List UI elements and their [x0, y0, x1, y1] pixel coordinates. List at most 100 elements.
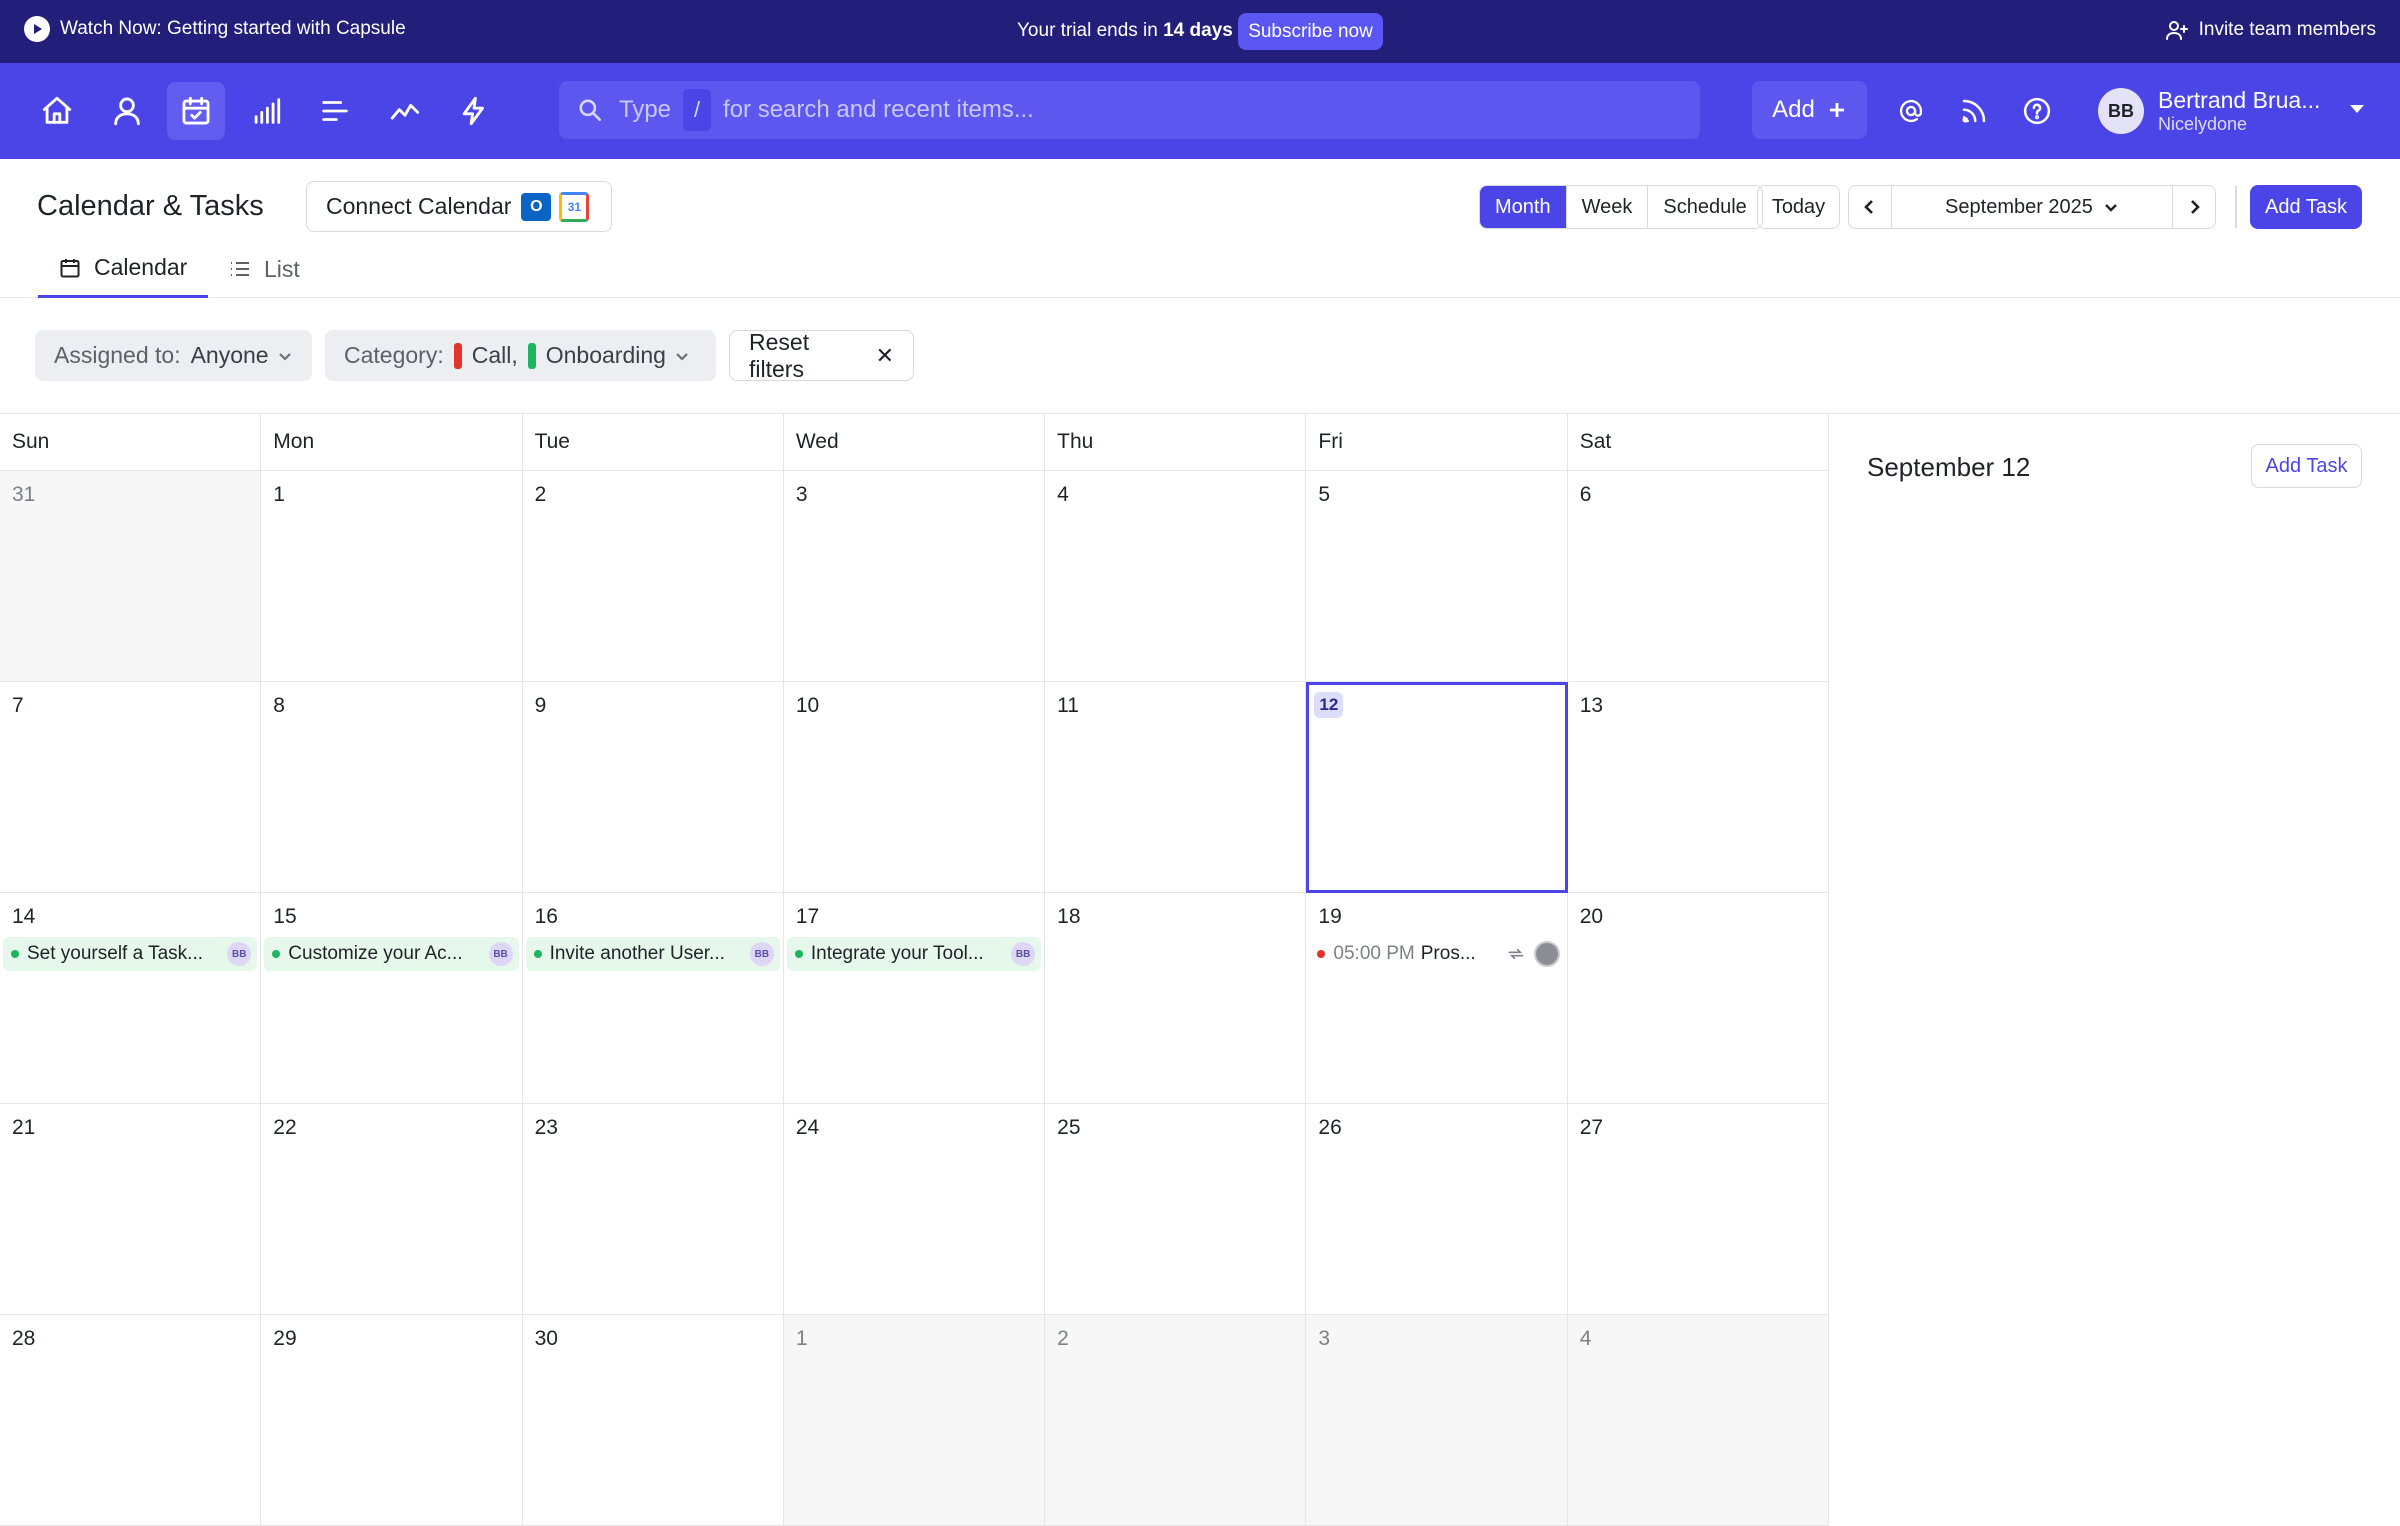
day-cell[interactable]: 8 — [261, 682, 523, 893]
day-cell[interactable]: 5 — [1306, 471, 1568, 682]
month-picker[interactable]: September 2025 — [1891, 186, 2173, 228]
day-cell[interactable]: 9 — [522, 682, 784, 893]
nav-pipeline[interactable] — [306, 82, 364, 140]
day-cell[interactable]: 30 — [522, 1315, 784, 1526]
day-cell[interactable]: 11 — [1045, 682, 1307, 893]
nav-activity[interactable] — [376, 82, 434, 140]
invite-team-button[interactable]: Invite team members — [2165, 18, 2376, 42]
call-event[interactable]: 05:00 PM Pros... — [1309, 937, 1563, 971]
day-cell[interactable]: 13 — [1567, 682, 1829, 893]
calendar-check-icon — [182, 96, 210, 125]
assigned-filter[interactable]: Assigned to: Anyone — [35, 330, 312, 381]
search-input[interactable]: Type / for search and recent items... — [559, 81, 1700, 139]
day-cell[interactable]: 2 — [1045, 1315, 1307, 1526]
assigned-filter-label: Assigned to: — [54, 342, 181, 368]
view-week-button[interactable]: Week — [1566, 186, 1649, 228]
tab-list[interactable]: List — [228, 240, 300, 298]
day-number: 13 — [1579, 694, 1604, 717]
nav-workflows[interactable] — [445, 82, 503, 140]
day-cell[interactable]: 20 — [1567, 893, 1829, 1104]
day-cell[interactable]: 12 — [1306, 682, 1568, 893]
day-cell[interactable]: 19 05:00 PM Pros... — [1306, 893, 1568, 1104]
day-panel: September 12 Add Task — [1829, 413, 2400, 1412]
search-icon — [579, 99, 602, 122]
tab-calendar[interactable]: Calendar — [38, 240, 208, 298]
day-cell[interactable]: 4 — [1567, 1315, 1829, 1526]
day-cell[interactable]: 29 — [261, 1315, 523, 1526]
day-cell[interactable]: 1 — [783, 1315, 1046, 1526]
calendar-icon — [60, 258, 80, 277]
today-button[interactable]: Today — [1757, 185, 1840, 229]
day-cell[interactable]: 2 — [522, 471, 784, 682]
reset-filters-label: Reset filters — [749, 328, 810, 382]
day-cell[interactable]: 4 — [1045, 471, 1307, 682]
reset-filters-button[interactable]: Reset filters ✕ — [729, 328, 914, 382]
event-time: 05:00 PM — [1333, 943, 1415, 964]
day-panel-add-task-button[interactable]: Add Task — [2251, 444, 2362, 488]
nav-people[interactable] — [98, 82, 156, 140]
day-cell[interactable]: 3 — [1306, 1315, 1568, 1526]
nav-calendar[interactable] — [167, 82, 225, 140]
user-menu[interactable]: BB Bertrand Brua... Nicelydone — [2098, 85, 2378, 137]
day-cell[interactable]: 14 Set yourself a Task... BB — [0, 893, 262, 1104]
weekday-mon: Mon — [261, 414, 523, 470]
day-number: 4 — [1579, 1327, 1592, 1350]
task-event[interactable]: Invite another User... BB — [525, 937, 780, 971]
day-cell[interactable]: 28 — [0, 1315, 262, 1526]
day-number: 2 — [1057, 1327, 1069, 1350]
day-cell[interactable]: 31 — [0, 471, 262, 682]
day-cell[interactable]: 16 Invite another User... BB — [522, 893, 784, 1104]
task-event[interactable]: Customize your Ac... BB — [264, 937, 519, 971]
caret-down-icon — [2350, 105, 2364, 113]
day-cell[interactable]: 23 — [522, 1104, 784, 1315]
category-onboarding-swatch — [527, 342, 536, 369]
day-cell[interactable]: 24 — [783, 1104, 1046, 1315]
add-button[interactable]: Add — [1752, 81, 1867, 139]
status-dot — [533, 950, 542, 958]
task-event[interactable]: Integrate your Tool... BB — [786, 937, 1042, 971]
add-task-button[interactable]: Add Task — [2250, 185, 2362, 229]
category-filter-label: Category: — [344, 342, 444, 368]
day-cell[interactable]: 7 — [0, 682, 262, 893]
prev-month-button[interactable] — [1849, 186, 1891, 228]
day-cell[interactable]: 15 Customize your Ac... BB — [261, 893, 523, 1104]
day-cell[interactable]: 17 Integrate your Tool... BB — [783, 893, 1046, 1104]
nav-reports[interactable] — [237, 82, 295, 140]
day-number: 27 — [1579, 1116, 1604, 1139]
day-cell[interactable]: 18 — [1045, 893, 1307, 1104]
day-cell[interactable]: 22 — [261, 1104, 523, 1315]
day-number: 30 — [534, 1327, 558, 1350]
task-event[interactable]: Set yourself a Task... BB — [3, 937, 258, 971]
home-icon — [42, 96, 72, 124]
day-cell[interactable]: 10 — [783, 682, 1046, 893]
day-cell[interactable]: 26 — [1306, 1104, 1568, 1315]
day-cell[interactable]: 3 — [783, 471, 1046, 682]
day-number: 23 — [534, 1116, 558, 1139]
day-cell[interactable]: 21 — [0, 1104, 262, 1315]
day-cell[interactable]: 6 — [1567, 471, 1829, 682]
connect-calendar-button[interactable]: Connect Calendar O 31 — [306, 181, 612, 232]
calendar-grid: 31 1 2 3 4 5 6 7 8 9 10 11 12 13 14 Set yourself a Task… — [0, 471, 1829, 1526]
day-cell[interactable]: 25 — [1045, 1104, 1307, 1315]
task-title: Customize your Ac... — [288, 943, 463, 964]
task-title: Invite another User... — [549, 943, 725, 964]
category-filter[interactable]: Category: Call, Onboarding — [325, 330, 716, 381]
search-suffix: for search and recent items... — [723, 96, 1034, 123]
repeat-icon — [1508, 949, 1524, 959]
month-calendar: Sun Mon Tue Wed Thu Fri Sat 31 1 2 3 4 5 6 7 8 9 10 11 12 1… — [0, 413, 1829, 1526]
view-schedule-button[interactable]: Schedule — [1648, 186, 1762, 228]
next-month-button[interactable] — [2173, 186, 2215, 228]
category-call-label: Call, — [471, 342, 518, 368]
assignee-avatar: BB — [749, 942, 774, 966]
weekday-sat: Sat — [1568, 414, 1829, 470]
nav-home[interactable] — [28, 82, 86, 140]
view-month-button[interactable]: Month — [1480, 186, 1567, 228]
divider — [2235, 186, 2237, 228]
nav-feed[interactable] — [1945, 82, 2003, 140]
subscribe-button[interactable]: Subscribe now — [1238, 13, 1383, 50]
day-cell[interactable]: 1 — [261, 471, 523, 682]
nav-help[interactable] — [2008, 82, 2066, 140]
nav-mentions[interactable] — [1882, 82, 1940, 140]
watch-now-link[interactable]: Watch Now: Getting started with Capsule — [24, 16, 406, 42]
day-cell[interactable]: 27 — [1567, 1104, 1829, 1315]
